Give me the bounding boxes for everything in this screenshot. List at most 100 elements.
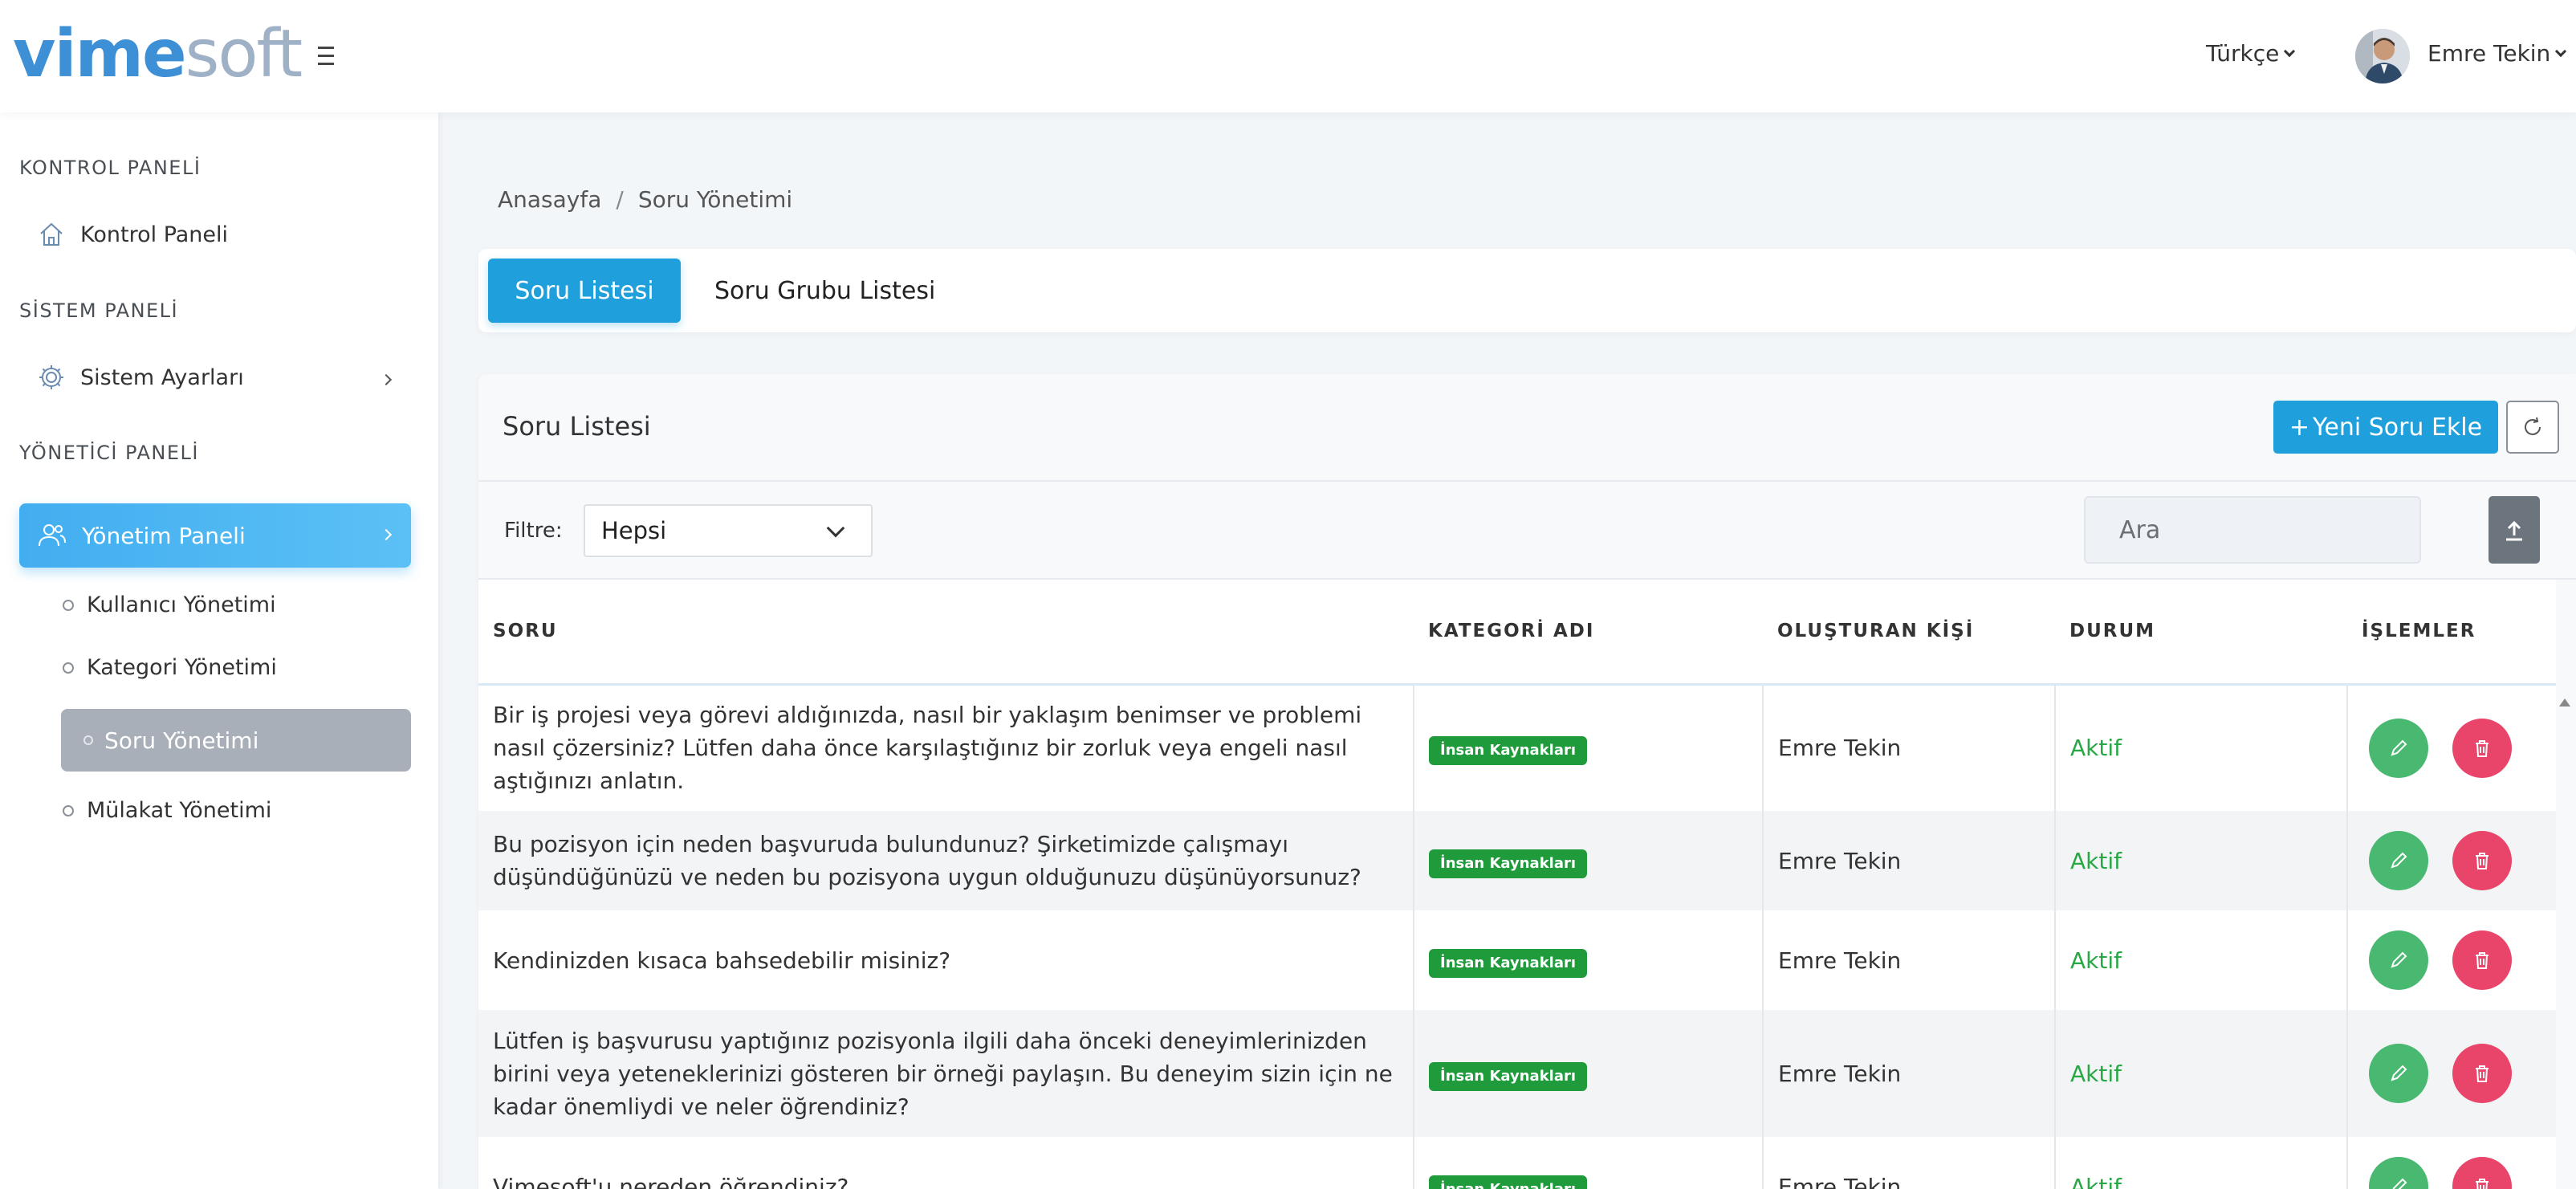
sidebar-item-label: Sistem Ayarları xyxy=(80,364,244,390)
delete-button[interactable] xyxy=(2452,930,2512,990)
tab-soru-grubu-listesi[interactable]: Soru Grubu Listesi xyxy=(714,259,935,323)
card-header: Soru Listesi + Yeni Soru Ekle xyxy=(478,374,2576,482)
breadcrumb-current: Soru Yönetimi xyxy=(637,186,793,213)
delete-button[interactable] xyxy=(2452,718,2512,778)
table-header-row: SORU KATEGORİ ADI OLUŞTURAN KİŞİ DURUM İ… xyxy=(478,580,2556,686)
category-badge: İnsan Kaynakları xyxy=(1429,1175,1588,1189)
trash-icon xyxy=(2476,1065,2489,1082)
actions-cell xyxy=(2347,1137,2556,1189)
column-header-kategori[interactable]: KATEGORİ ADI xyxy=(1414,580,1763,686)
category-cell: İnsan Kaynakları xyxy=(1414,811,1764,910)
creator-cell: Emre Tekin xyxy=(1763,1137,2056,1189)
bullet-icon xyxy=(63,804,74,816)
column-header-olusturan[interactable]: OLUŞTURAN KİŞİ xyxy=(1763,580,2055,686)
pencil-icon xyxy=(2392,1178,2407,1189)
filter-select[interactable]: Hepsi xyxy=(584,504,873,557)
creator-cell: Emre Tekin xyxy=(1763,684,2056,811)
sidebar-section-title: KONTROL PANELİ xyxy=(19,157,201,179)
sidebar-subitem-kategori[interactable]: Kategori Yönetimi xyxy=(63,655,277,680)
pencil-icon xyxy=(2391,951,2407,968)
chevron-down-icon xyxy=(826,519,845,538)
add-question-button[interactable]: + Yeni Soru Ekle xyxy=(2273,401,2498,454)
edit-button[interactable] xyxy=(2369,1044,2428,1103)
sidebar-item-kontrol-paneli[interactable]: Kontrol Paneli xyxy=(37,220,228,249)
column-header-soru[interactable]: SORU xyxy=(478,580,1414,686)
sidebar-subitem-label: Kullanıcı Yönetimi xyxy=(87,592,276,617)
brand-logo-part1: vime xyxy=(13,16,187,92)
category-cell: İnsan Kaynakları xyxy=(1414,684,1764,811)
category-badge: İnsan Kaynakları xyxy=(1429,849,1588,878)
chevron-down-icon xyxy=(2555,45,2567,57)
actions-cell xyxy=(2347,1010,2556,1137)
question-cell: Kendinizden kısaca bahsedebilir misiniz? xyxy=(478,910,1414,1010)
brand-logo[interactable]: vimesoft xyxy=(13,16,303,92)
status-cell: Aktif xyxy=(2055,811,2348,910)
hamburger-icon[interactable] xyxy=(318,35,345,75)
sidebar-subitem-label: Kategori Yönetimi xyxy=(87,655,277,680)
table-row: Bir iş projesi veya görevi aldığınızda, … xyxy=(478,684,2556,811)
delete-button[interactable] xyxy=(2452,831,2512,890)
plus-icon: + xyxy=(2289,413,2310,442)
sidebar: KONTROL PANELİ Kontrol Paneli SİSTEM PAN… xyxy=(0,112,438,1189)
avatar[interactable] xyxy=(2355,29,2410,83)
trash-icon xyxy=(2476,739,2489,757)
scroll-up-arrow-icon[interactable] xyxy=(2559,698,2570,706)
bullet-icon xyxy=(63,599,74,611)
breadcrumb: Anasayfa / Soru Yönetimi xyxy=(498,186,792,213)
sidebar-item-sistem-ayarlari[interactable]: Sistem Ayarları xyxy=(37,363,244,392)
actions-cell xyxy=(2347,910,2556,1010)
sidebar-section-title: YÖNETİCİ PANELİ xyxy=(19,442,199,464)
upload-icon xyxy=(2506,520,2522,541)
status-cell: Aktif xyxy=(2055,1010,2348,1137)
pencil-icon xyxy=(2391,852,2407,869)
column-header-durum[interactable]: DURUM xyxy=(2055,580,2347,686)
language-selector[interactable]: Türkçe xyxy=(2206,40,2296,67)
chevron-right-icon xyxy=(380,528,393,541)
sidebar-subitem-mulakat[interactable]: Mülakat Yönetimi xyxy=(63,798,271,823)
edit-button[interactable] xyxy=(2369,1157,2428,1189)
edit-button[interactable] xyxy=(2369,930,2428,990)
refresh-button[interactable] xyxy=(2506,401,2559,454)
column-header-islemler: İŞLEMLER xyxy=(2347,580,2556,686)
questions-table: SORU KATEGORİ ADI OLUŞTURAN KİŞİ DURUM İ… xyxy=(478,580,2556,1189)
edit-button[interactable] xyxy=(2369,718,2428,778)
category-badge: İnsan Kaynakları xyxy=(1429,948,1588,978)
delete-button[interactable] xyxy=(2452,1044,2512,1103)
breadcrumb-separator: / xyxy=(616,186,624,213)
search-input[interactable] xyxy=(2084,496,2421,564)
sidebar-subitem-soru[interactable]: Soru Yönetimi xyxy=(61,709,411,772)
brand-logo-part2: soft xyxy=(185,16,303,92)
status-cell: Aktif xyxy=(2055,1137,2348,1189)
sidebar-subitem-label: Soru Yönetimi xyxy=(104,727,259,754)
export-button[interactable] xyxy=(2489,496,2540,564)
user-menu[interactable]: Emre Tekin xyxy=(2427,40,2567,67)
question-cell: Lütfen iş başvurusu yaptığınız pozisyonl… xyxy=(478,1010,1414,1137)
table-row: Bu pozisyon için neden başvuruda bulundu… xyxy=(478,811,2556,910)
sidebar-section-title: SİSTEM PANELİ xyxy=(19,299,179,322)
pencil-icon xyxy=(2391,1065,2407,1081)
tab-soru-listesi[interactable]: Soru Listesi xyxy=(488,259,681,323)
delete-button[interactable] xyxy=(2452,1157,2512,1189)
status-cell: Aktif xyxy=(2055,910,2348,1010)
sidebar-subitem-kullanici[interactable]: Kullanıcı Yönetimi xyxy=(63,592,276,617)
creator-cell: Emre Tekin xyxy=(1763,1010,2056,1137)
sidebar-item-label: Yönetim Paneli xyxy=(82,522,246,549)
status-cell: Aktif xyxy=(2055,684,2348,811)
sidebar-subitem-label: Mülakat Yönetimi xyxy=(87,798,272,823)
bullet-icon xyxy=(63,662,74,674)
top-header: vimesoft Türkçe Emre Tekin xyxy=(0,0,2576,112)
home-icon xyxy=(40,222,63,246)
table-row: Lütfen iş başvurusu yaptığınız pozisyonl… xyxy=(478,1010,2556,1137)
question-cell: Vimesoft'u nereden öğrendiniz? xyxy=(478,1137,1414,1189)
card-title: Soru Listesi xyxy=(503,411,651,442)
filter-label: Filtre: xyxy=(504,519,563,543)
question-cell: Bir iş projesi veya görevi aldığınızda, … xyxy=(478,684,1414,811)
creator-cell: Emre Tekin xyxy=(1763,811,2056,910)
sidebar-item-label: Kontrol Paneli xyxy=(80,222,229,247)
edit-button[interactable] xyxy=(2369,831,2428,890)
breadcrumb-home[interactable]: Anasayfa xyxy=(498,186,601,213)
sidebar-item-yonetim-paneli[interactable]: Yönetim Paneli xyxy=(19,503,411,568)
question-list-card: Soru Listesi + Yeni Soru Ekle Filtre: He… xyxy=(478,374,2576,1189)
tabs-bar: Soru Listesi Soru Grubu Listesi xyxy=(478,249,2576,332)
user-name: Emre Tekin xyxy=(2427,40,2551,67)
